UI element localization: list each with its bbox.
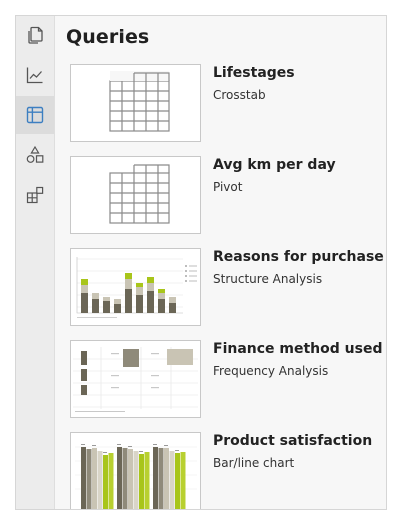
shapes-icon xyxy=(26,145,44,163)
pages-icon xyxy=(28,26,43,44)
stacked-bar-preview xyxy=(76,257,197,318)
query-type: Bar/line chart xyxy=(213,456,295,470)
query-thumbnail xyxy=(70,432,201,509)
query-type: Structure Analysis xyxy=(213,272,323,286)
query-item-product-satisfaction[interactable]: Product satisfaction Bar/line chart xyxy=(70,432,380,509)
line-chart-icon xyxy=(26,67,43,84)
query-item-finance-method-used[interactable]: Finance method used Frequency Analysis xyxy=(70,340,383,422)
rail-button-shapes[interactable] xyxy=(16,136,54,174)
query-thumbnail xyxy=(70,64,201,142)
side-toolbar xyxy=(16,16,55,509)
query-item-avg-km-per-day[interactable]: Avg km per day Pivot xyxy=(70,156,380,238)
rail-button-charts[interactable] xyxy=(16,56,54,94)
grid-icon xyxy=(109,164,170,224)
query-thumbnail xyxy=(70,248,201,326)
query-type: Pivot xyxy=(213,180,243,194)
rail-button-pages[interactable] xyxy=(16,16,54,54)
query-thumbnail xyxy=(70,340,201,418)
queries-panel: Queries Lifestages Crosstab Avg km per d… xyxy=(15,15,387,510)
grid-icon xyxy=(109,71,170,132)
query-name: Avg km per day xyxy=(213,157,336,173)
frequency-table-preview xyxy=(73,347,198,412)
query-type: Crosstab xyxy=(213,88,266,102)
panel-title: Queries xyxy=(66,26,150,48)
query-type: Frequency Analysis xyxy=(213,364,329,378)
query-item-reasons-for-purchase[interactable]: Reasons for purchase Structure Analysis xyxy=(70,248,384,330)
widgets-icon xyxy=(26,186,44,204)
rail-button-queries[interactable] xyxy=(16,96,54,134)
query-item-lifestages[interactable]: Lifestages Crosstab xyxy=(70,64,380,146)
query-name: Finance method used xyxy=(213,341,383,357)
rail-button-widgets[interactable] xyxy=(16,176,54,214)
query-name: Lifestages xyxy=(213,65,295,81)
table-icon xyxy=(26,106,44,124)
query-list-area: Queries Lifestages Crosstab Avg km per d… xyxy=(55,16,386,509)
bar-chart-preview xyxy=(75,444,197,509)
query-thumbnail xyxy=(70,156,201,234)
query-name: Reasons for purchase xyxy=(213,249,384,265)
query-name: Product satisfaction xyxy=(213,433,373,449)
